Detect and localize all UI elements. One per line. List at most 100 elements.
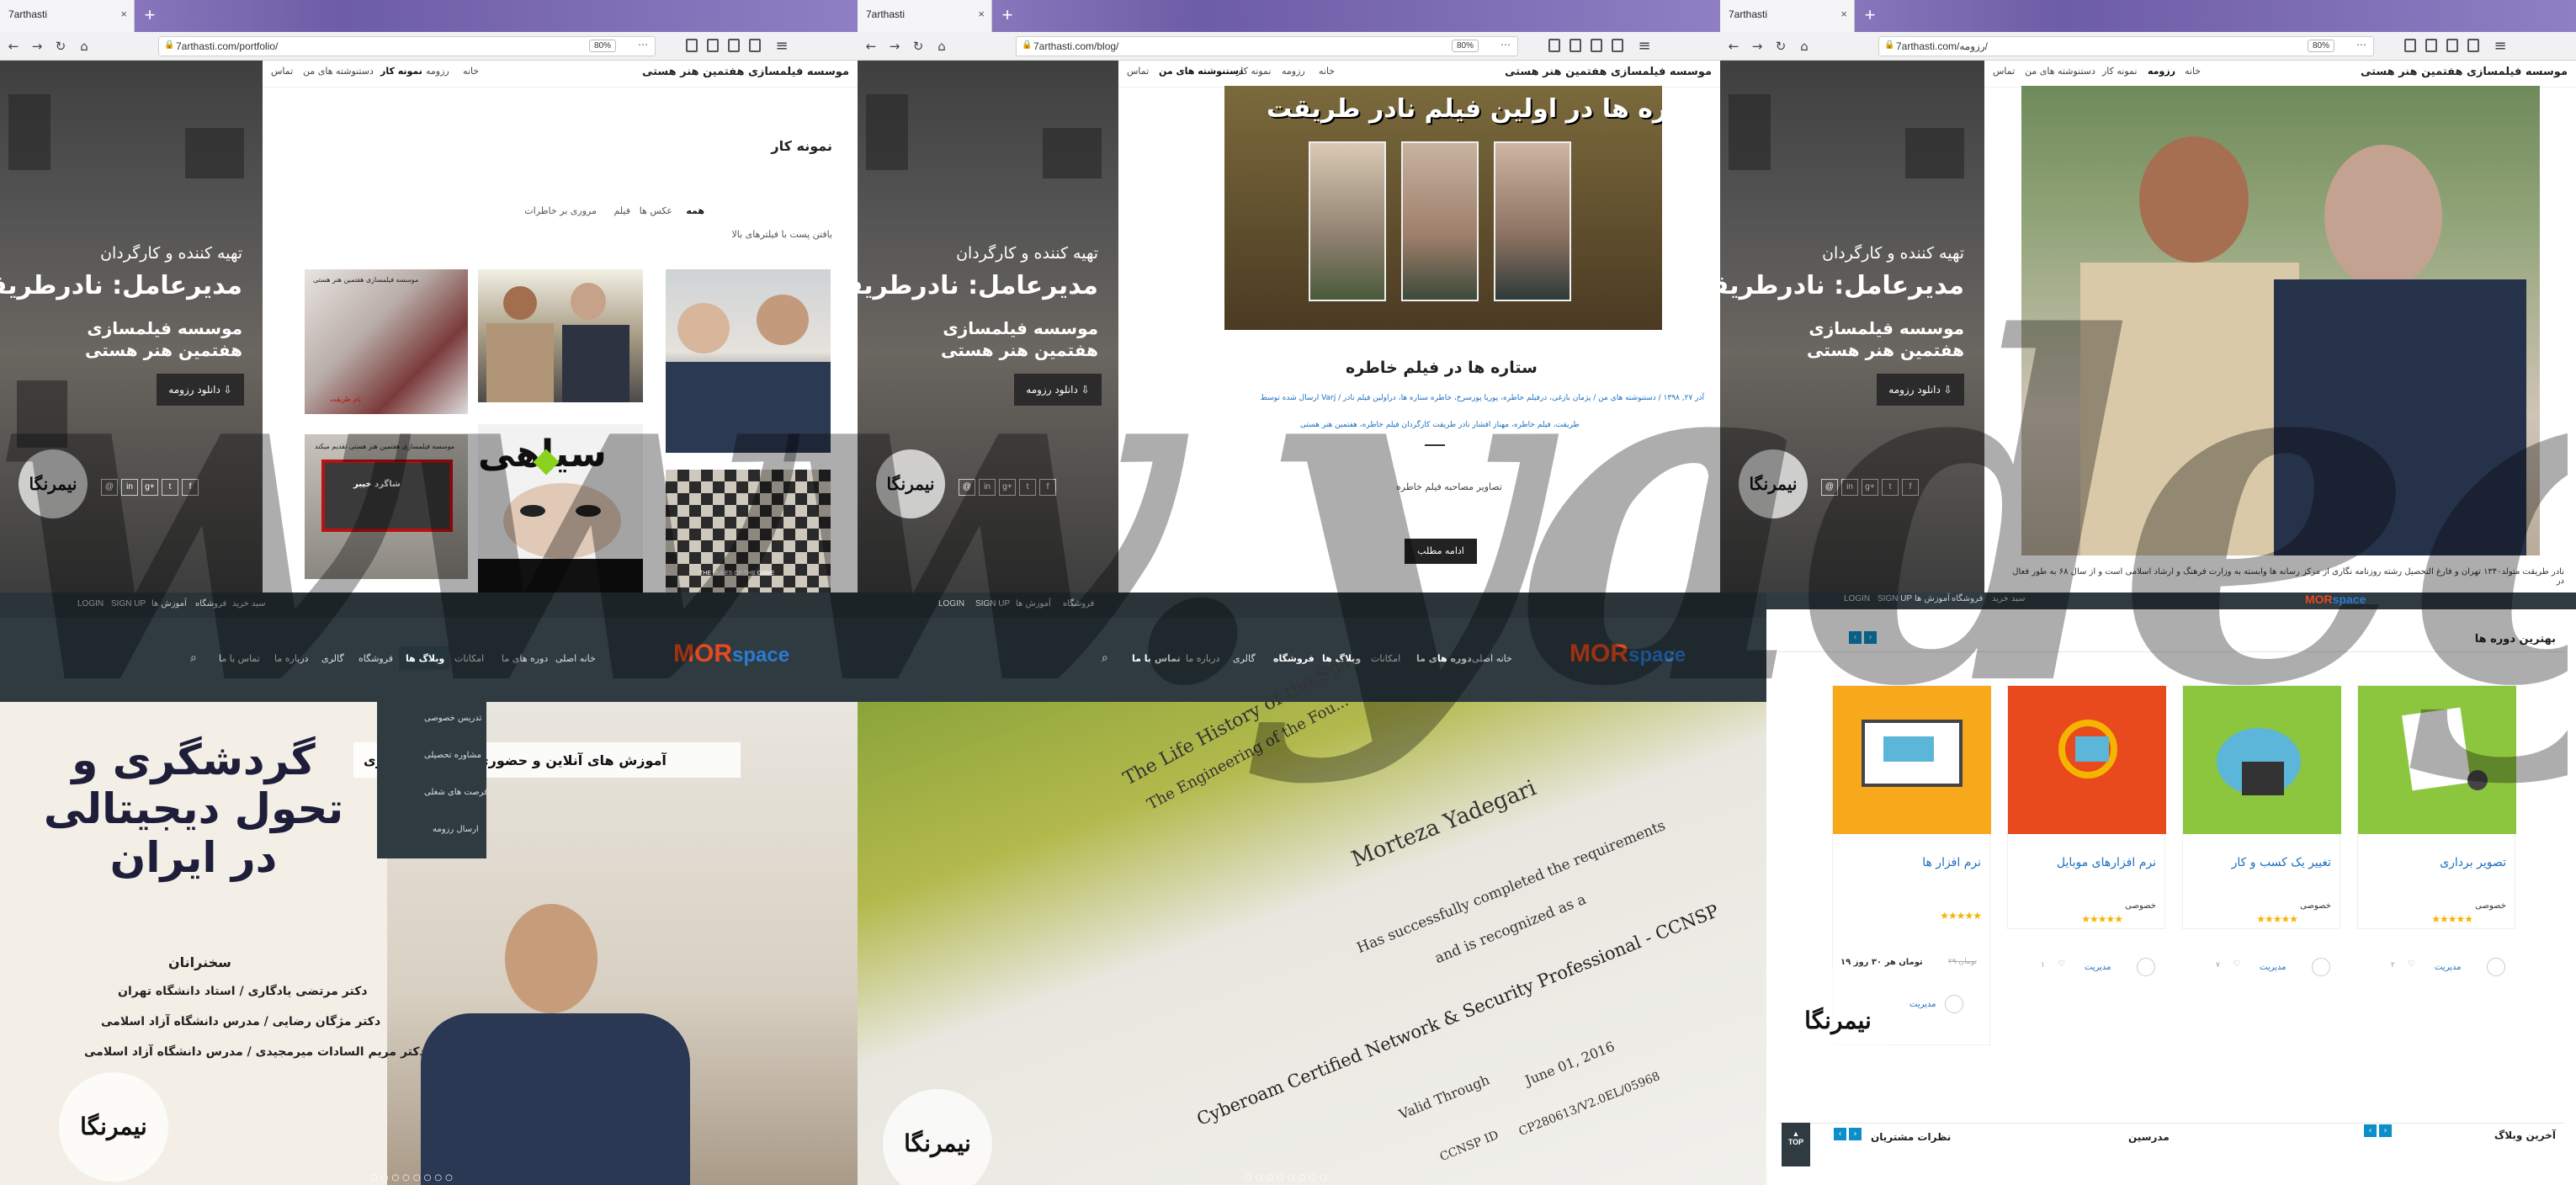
next-button[interactable]: › — [1864, 631, 1877, 644]
author-avatar[interactable] — [2312, 958, 2330, 976]
social-icon[interactable]: g+ — [1862, 479, 1878, 496]
dropdown-item[interactable]: تدریس خصوصی — [424, 714, 481, 723]
home-icon[interactable]: ⌂ — [76, 38, 93, 55]
topbar-courses[interactable]: آموزش ها — [1915, 594, 1950, 603]
menu-shop[interactable]: فروشگاه — [1273, 653, 1315, 664]
menu-courses[interactable]: دوره های ما — [1416, 653, 1472, 664]
reload-icon[interactable]: ↻ — [1772, 38, 1789, 55]
menu-about[interactable]: درباره ما — [1186, 653, 1219, 664]
zoom-level[interactable]: 80% — [1451, 40, 1479, 52]
dropdown-item[interactable]: ارسال رزومه — [433, 825, 479, 834]
nav-item[interactable]: خانه — [2185, 66, 2201, 77]
course-author[interactable]: مدیریت — [1909, 1000, 1936, 1009]
nav-item[interactable]: خانه — [463, 66, 479, 77]
post-banner[interactable]: ستاره ها در اولین فیلم نادر طریقت — [1224, 86, 1662, 330]
post-title[interactable]: ستاره ها در فیلم خاطره — [1346, 359, 1538, 377]
search-icon[interactable]: ⌕ — [1102, 651, 1108, 665]
filter-memories[interactable]: مروری بر خاطرات — [524, 205, 597, 216]
filter-photos[interactable]: عکس ها — [640, 205, 672, 216]
filter-all[interactable]: همه — [686, 205, 704, 216]
topbar-cart[interactable]: سبد خرید — [1992, 594, 2026, 603]
hamburger-menu-icon[interactable]: ≡ — [773, 38, 790, 55]
forward-icon[interactable]: → — [886, 38, 903, 55]
portfolio-item[interactable]: THE RULES OF THE GAME — [666, 470, 831, 592]
download-resume-button[interactable]: دانلود رزومه ⇩ — [1014, 374, 1102, 406]
author-avatar[interactable] — [2487, 958, 2505, 976]
zoom-level[interactable]: 80% — [588, 40, 616, 52]
page-menu-icon[interactable]: ⋯ — [638, 39, 648, 50]
hamburger-menu-icon[interactable]: ≡ — [1636, 38, 1653, 55]
menu-home[interactable]: خانه اصلی — [555, 653, 596, 664]
menu-about[interactable]: درباره ما — [274, 653, 308, 664]
prev-button[interactable]: ‹ — [2364, 1124, 2377, 1137]
dropdown-item[interactable]: فرصت های شغلی — [424, 788, 488, 797]
slider-dots[interactable]: ○○○○○○○○ — [1245, 1173, 1330, 1182]
social-icon[interactable]: f — [182, 479, 199, 496]
topbar-courses[interactable]: آموزش ها — [1016, 599, 1051, 608]
sidebar-icon[interactable] — [1570, 39, 1581, 52]
next-button[interactable]: › — [2379, 1124, 2392, 1137]
nav-item[interactable]: دستنوشته های من — [303, 66, 374, 77]
post-meta[interactable]: ارسال شده توسط Varj / آذر ۲۷, ۱۳۹۸ / دست… — [1199, 394, 1704, 402]
nav-item[interactable]: نمونه کار — [380, 66, 422, 77]
course-title[interactable]: نرم افزار ها — [1922, 856, 1981, 869]
nav-item[interactable]: رزومه — [2148, 66, 2175, 77]
nav-item[interactable]: نمونه کار — [2102, 66, 2137, 77]
course-author[interactable]: مدیریت — [2085, 963, 2111, 972]
menu-home[interactable]: خانه اصلی — [1472, 653, 1512, 664]
page-menu-icon[interactable]: ⋯ — [2356, 39, 2366, 50]
course-author[interactable]: مدیریت — [2260, 963, 2287, 972]
social-icon[interactable]: in — [121, 479, 138, 496]
reload-icon[interactable]: ↻ — [52, 38, 69, 55]
read-more-button[interactable]: ادامه مطلب — [1405, 539, 1477, 564]
download-resume-button[interactable]: دانلود رزومه ⇩ — [157, 374, 244, 406]
back-icon[interactable]: ← — [863, 38, 879, 55]
reload-icon[interactable]: ↻ — [910, 38, 927, 55]
heart-icon[interactable]: ♡ — [2408, 959, 2415, 969]
topbar-courses[interactable]: آموزش ها — [151, 599, 187, 608]
nav-item[interactable]: تماس — [1993, 66, 2015, 77]
social-icon[interactable]: @ — [101, 479, 118, 496]
social-icon[interactable]: t — [1019, 479, 1036, 496]
signup-link[interactable]: SIGN UP — [975, 599, 1010, 608]
site-brand[interactable]: موسسه فیلمسازی هفتمین هنر هستی — [1505, 66, 1712, 78]
site-brand[interactable]: موسسه فیلمسازی هفتمین هنر هستی — [642, 66, 849, 78]
extension-icon[interactable] — [728, 39, 740, 52]
extension-icon[interactable] — [749, 39, 761, 52]
menu-blogs[interactable]: وبلاگ ها — [406, 653, 444, 664]
social-icon[interactable]: g+ — [999, 479, 1016, 496]
next-button[interactable]: › — [1849, 1128, 1862, 1140]
extension-icon[interactable] — [2446, 39, 2458, 52]
menu-contact[interactable]: تماس با ما — [219, 653, 260, 664]
topbar-cart[interactable]: سبد خرید — [232, 599, 266, 608]
nav-item[interactable]: رزومه — [426, 66, 449, 77]
social-icon[interactable]: in — [1841, 479, 1858, 496]
forward-icon[interactable]: → — [1749, 38, 1766, 55]
social-icon[interactable]: in — [979, 479, 996, 496]
social-icon[interactable]: @ — [959, 479, 975, 496]
prev-button[interactable]: ‹ — [1849, 631, 1862, 644]
back-icon[interactable]: ← — [5, 38, 22, 55]
menu-gallery[interactable]: گالری — [321, 653, 344, 664]
topbar-shop[interactable]: فروشگاه — [1952, 594, 1983, 603]
course-title[interactable]: تغییر یک کسب و کار — [2232, 856, 2331, 869]
course-title[interactable]: نرم افزارهای موبایل — [2057, 856, 2156, 869]
heart-icon[interactable]: ♡ — [2233, 959, 2240, 969]
nav-item[interactable]: خانه — [1319, 66, 1335, 77]
course-author[interactable]: مدیریت — [2435, 963, 2462, 972]
browser-tab[interactable]: 7arthasti × — [0, 0, 135, 32]
browser-tab[interactable]: 7arthasti × — [858, 0, 992, 32]
new-tab-button[interactable]: + — [140, 5, 160, 25]
topbar-shop[interactable]: فروشگاه — [195, 599, 226, 608]
address-bar[interactable]: 🔒 7arthasti.com/blog/80% ⋯ — [1016, 36, 1518, 56]
close-icon[interactable]: × — [978, 8, 985, 20]
library-icon[interactable] — [2404, 39, 2416, 52]
close-icon[interactable]: × — [120, 8, 127, 20]
portfolio-item[interactable]: موسسه فیلمسازی هفتمین هنر هستی تقدیم میک… — [305, 434, 468, 579]
social-icon[interactable]: g+ — [141, 479, 158, 496]
new-tab-button[interactable]: + — [997, 5, 1017, 25]
heart-icon[interactable]: ♡ — [2058, 959, 2065, 969]
dropdown-item[interactable]: مشاوره تحصیلی — [424, 751, 481, 760]
forward-icon[interactable]: → — [29, 38, 45, 55]
extension-icon[interactable] — [1591, 39, 1602, 52]
